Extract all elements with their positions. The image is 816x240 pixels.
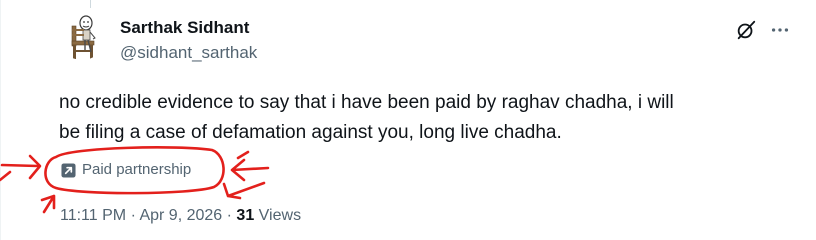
tweet-time[interactable]: 11:11 PM xyxy=(60,207,126,224)
left-border xyxy=(0,0,1,240)
author-handle[interactable]: @sidhant_sarthak xyxy=(120,42,257,64)
views-label[interactable]: Views xyxy=(259,207,301,224)
tweet-text: no credible evidence to say that i have … xyxy=(59,92,674,143)
more-options-button[interactable] xyxy=(766,16,794,44)
meta-separator: · xyxy=(130,207,136,224)
tweet-meta: 11:11 PM · Apr 9, 2026 · 31 Views xyxy=(60,205,301,227)
views-count[interactable]: 31 xyxy=(236,207,254,224)
tweet-card[interactable]: Sarthak Sidhant @sidhant_sarthak no cred… xyxy=(0,0,816,240)
red-arrow-left-tail xyxy=(0,170,12,182)
grok-button[interactable] xyxy=(732,16,760,44)
red-arrow-right xyxy=(230,158,270,182)
paid-partnership-badge[interactable]: Paid partnership xyxy=(60,160,191,180)
red-arrow-bottom-left xyxy=(40,194,56,214)
grok-icon xyxy=(737,20,756,40)
avatar[interactable] xyxy=(58,12,106,60)
more-horizontal-icon xyxy=(771,28,789,32)
arrow-up-right-square-icon xyxy=(60,162,76,178)
red-arrow-right-top xyxy=(236,150,250,160)
tweet-date[interactable]: Apr 9, 2026 xyxy=(139,207,222,224)
red-arrow-bottom-right xyxy=(222,181,266,200)
thread-connector-line xyxy=(90,0,91,8)
author-display-name[interactable]: Sarthak Sidhant xyxy=(120,17,249,39)
cartoon-figure-on-chair-avatar-icon xyxy=(71,15,96,59)
meta-separator: · xyxy=(226,207,232,224)
paid-partnership-label: Paid partnership xyxy=(82,161,192,178)
red-arrow-left xyxy=(0,154,42,180)
